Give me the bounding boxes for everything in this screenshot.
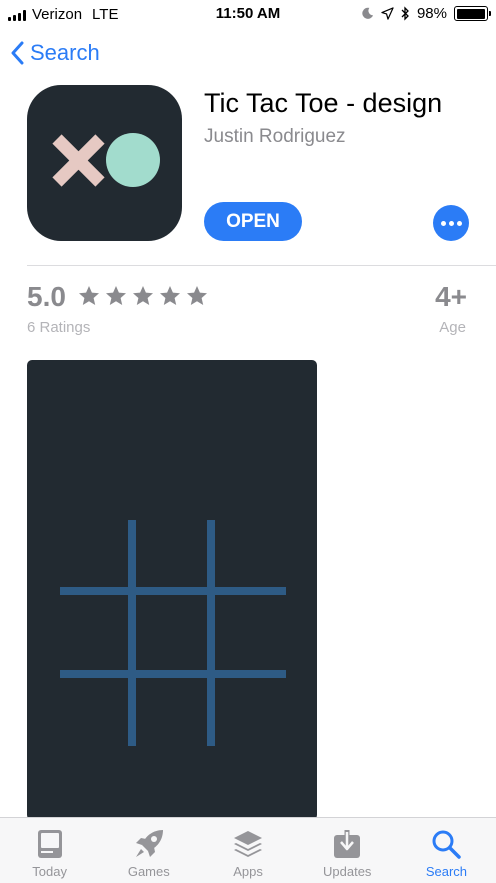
star-icon: [187, 286, 207, 305]
status-bar: Verizon LTE 11:50 AM 98%: [0, 0, 496, 30]
x-mark-icon: [52, 134, 105, 187]
tab-apps[interactable]: Apps: [198, 818, 297, 883]
more-options-button[interactable]: [433, 205, 469, 241]
search-icon: [432, 830, 462, 859]
age-rating: 4+: [435, 281, 467, 312]
tab-search[interactable]: Search: [397, 818, 496, 883]
divider: [27, 265, 496, 266]
status-right: 98%: [361, 5, 491, 22]
battery-fill: [456, 8, 485, 19]
app-icon-graphic: [52, 133, 160, 187]
back-label: Search: [30, 40, 100, 65]
rating-count: 6 Ratings: [27, 319, 91, 336]
tic-tac-toe-grid: [60, 520, 286, 746]
age-label: Age: [439, 319, 466, 336]
app-icon: [27, 85, 182, 241]
star-icon: [106, 286, 126, 305]
tab-games[interactable]: Games: [99, 818, 198, 883]
star-rating: [77, 284, 209, 308]
location-arrow-icon: [381, 7, 394, 20]
moon-icon: [362, 7, 374, 19]
app-title: Tic Tac Toe - design: [204, 88, 443, 118]
ellipsis-icon: [440, 220, 446, 226]
battery-icon: [454, 6, 491, 21]
tab-label: Apps: [233, 864, 263, 879]
download-icon: [334, 830, 361, 858]
tab-bar: Today Games Apps Updates Search: [0, 817, 496, 883]
app-screenshot[interactable]: [27, 360, 317, 820]
star-icon: [79, 286, 99, 305]
battery-percent: 98%: [416, 5, 447, 22]
o-mark-icon: [106, 133, 160, 187]
rating-value: 5.0: [27, 281, 66, 312]
rocket-icon: [135, 830, 163, 857]
bluetooth-icon: [401, 6, 409, 21]
tab-label: Updates: [323, 864, 372, 879]
today-icon: [37, 830, 62, 858]
app-developer[interactable]: Justin Rodriguez: [204, 126, 346, 148]
chevron-left-icon: [11, 41, 24, 65]
tab-today[interactable]: Today: [0, 818, 99, 883]
star-icon: [133, 286, 153, 305]
tab-updates[interactable]: Updates: [298, 818, 397, 883]
back-button[interactable]: Search: [10, 40, 100, 66]
tab-label: Today: [32, 864, 67, 879]
tab-label: Search: [425, 864, 468, 879]
tab-label: Games: [127, 864, 170, 879]
layers-icon: [234, 831, 262, 857]
star-icon: [160, 286, 180, 305]
open-button[interactable]: OPEN: [204, 202, 302, 241]
